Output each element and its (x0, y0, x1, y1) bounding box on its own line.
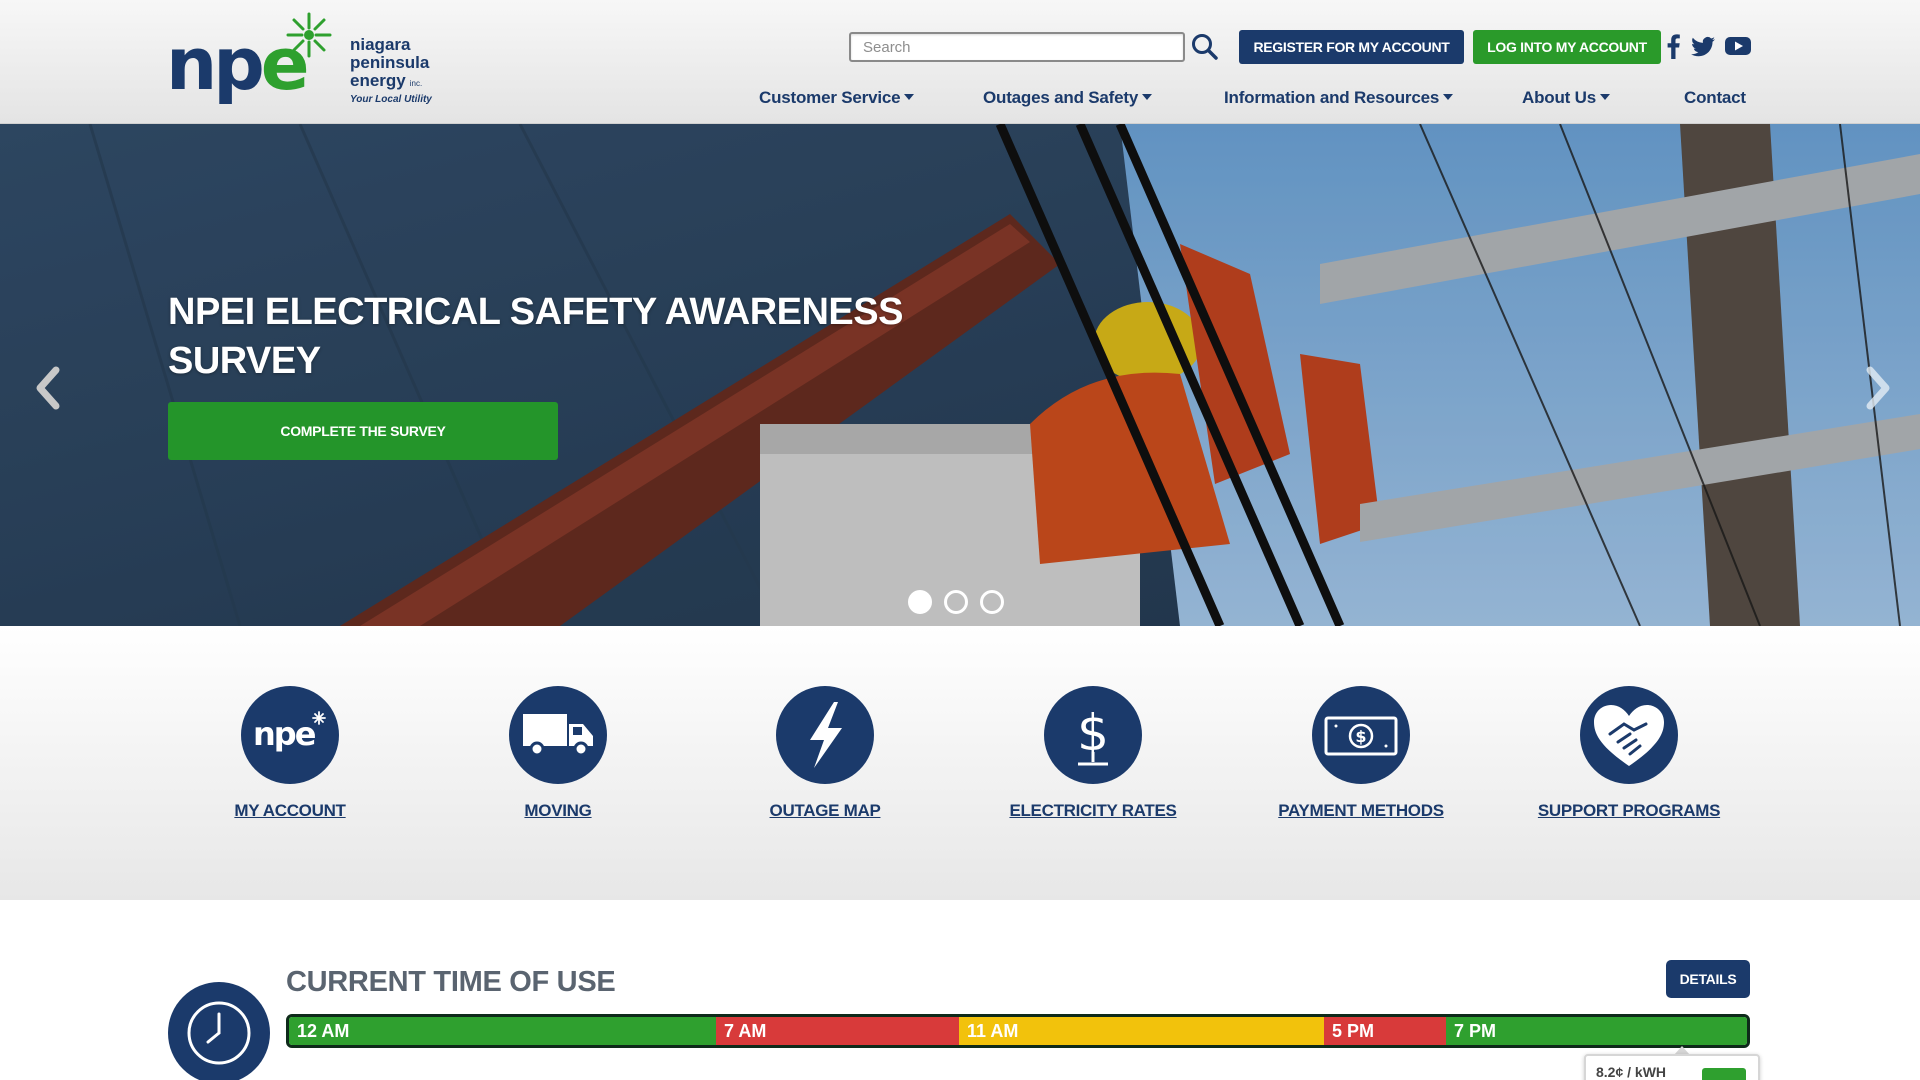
nav-contact[interactable]: Contact (1684, 88, 1746, 112)
register-account-button[interactable]: REGISTER FOR MY ACCOUNT (1239, 30, 1464, 64)
caret-down-icon (1599, 94, 1610, 100)
heart-handshake-icon (1580, 686, 1678, 784)
quick-link-label[interactable]: MOVING (458, 801, 658, 821)
carousel-next-icon[interactable] (1858, 360, 1898, 416)
time-of-use-bar: 12 AM 7 AM 11 AM 5 PM 7 PM (286, 1014, 1750, 1048)
current-price: 8.2¢ / kWH (1596, 1064, 1667, 1080)
logo-star-icon (286, 12, 332, 58)
carousel-dot-1[interactable] (908, 590, 932, 614)
clock-icon (168, 982, 270, 1080)
current-price-tooltip: 8.2¢ / kWH (1584, 1054, 1760, 1080)
quick-link-label[interactable]: MY ACCOUNT (190, 801, 390, 821)
svg-text:npe: npe (253, 715, 316, 753)
site-header: npe niagara peninsula energy inc. Your Lo… (0, 0, 1920, 124)
nav-about-us[interactable]: About Us (1522, 88, 1610, 112)
quick-link-moving[interactable]: MOVING (458, 686, 658, 846)
tou-segment-off-peak: 7 PM (1446, 1017, 1747, 1045)
tou-segment-on-peak: 5 PM (1324, 1017, 1446, 1045)
quick-link-label[interactable]: OUTAGE MAP (725, 801, 925, 821)
quick-link-electricity-rates[interactable]: $ ELECTRICITY RATES (993, 686, 1193, 846)
quick-link-outage-map[interactable]: OUTAGE MAP (725, 686, 925, 846)
quick-link-my-account[interactable]: npe MY ACCOUNT (190, 686, 390, 846)
hero-carousel: NPEI ELECTRICAL SAFETY AWARENESS SURVEY … (0, 124, 1920, 626)
time-of-use-section: CURRENT TIME OF USE DETAILS 12 AM 7 AM 1… (0, 900, 1920, 1080)
caret-down-icon (1443, 94, 1454, 100)
carousel-dot-3[interactable] (980, 590, 1004, 614)
quick-link-label[interactable]: ELECTRICITY RATES (993, 801, 1193, 821)
carousel-indicators (908, 590, 1012, 614)
quick-link-label[interactable]: PAYMENT METHODS (1261, 801, 1461, 821)
search-field[interactable] (849, 32, 1185, 62)
truck-icon (509, 686, 607, 784)
tou-segment-on-peak: 7 AM (716, 1017, 959, 1045)
details-button[interactable]: DETAILS (1666, 960, 1750, 998)
quick-link-label[interactable]: SUPPORT PROGRAMS (1529, 801, 1729, 821)
quick-links: npe MY ACCOUNT MOVING OUTAGE MAP $ ELECT… (0, 626, 1920, 900)
search-input[interactable] (851, 34, 1183, 60)
carousel-dot-2[interactable] (944, 590, 968, 614)
facebook-icon[interactable] (1665, 33, 1681, 59)
logo-wordmark: niagara peninsula energy inc. (350, 35, 430, 90)
logo-tagline: Your Local Utility (350, 94, 432, 105)
svg-text:$: $ (1355, 727, 1366, 746)
caret-down-icon (904, 94, 915, 100)
dollar-icon: $ (1044, 686, 1142, 784)
search-icon[interactable] (1190, 31, 1220, 63)
quick-link-payment-methods[interactable]: $ PAYMENT METHODS (1261, 686, 1461, 846)
nav-outages-safety[interactable]: Outages and Safety (983, 88, 1153, 112)
npe-logo[interactable]: npe niagara peninsula energy inc. Your Lo… (166, 10, 446, 114)
login-account-button[interactable]: LOG INTO MY ACCOUNT (1473, 30, 1661, 64)
youtube-icon[interactable] (1724, 33, 1752, 59)
banknote-icon: $ (1312, 686, 1410, 784)
nav-customer-service[interactable]: Customer Service (759, 88, 915, 112)
nav-information-resources[interactable]: Information and Resources (1224, 88, 1454, 112)
carousel-prev-icon[interactable] (28, 360, 68, 416)
npe-logo-icon: npe (241, 686, 339, 784)
tou-segment-mid-peak: 11 AM (959, 1017, 1324, 1045)
hero-title: NPEI ELECTRICAL SAFETY AWARENESS SURVEY (168, 291, 903, 382)
lightning-icon (776, 686, 874, 784)
quick-link-support-programs[interactable]: SUPPORT PROGRAMS (1529, 686, 1729, 846)
price-level-icon (1702, 1068, 1746, 1080)
twitter-icon[interactable] (1690, 33, 1716, 59)
time-of-use-title: CURRENT TIME OF USE (286, 966, 616, 998)
caret-down-icon (1142, 94, 1153, 100)
complete-survey-button[interactable]: COMPLETE THE SURVEY (168, 402, 558, 460)
tou-segment-off-peak: 12 AM (289, 1017, 716, 1045)
